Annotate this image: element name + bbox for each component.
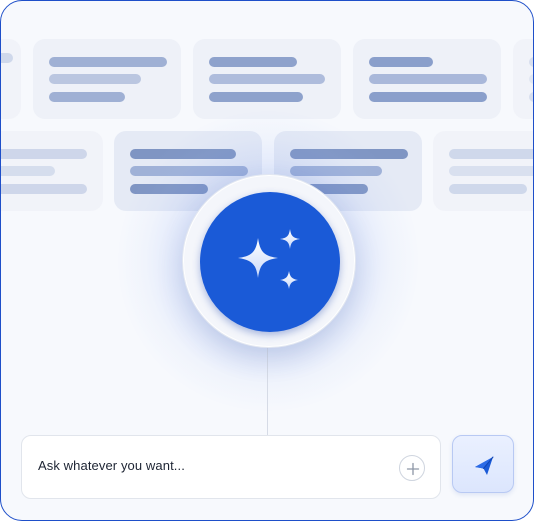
- skeleton-line: [529, 74, 533, 84]
- skeleton-line: [1, 184, 87, 194]
- skeleton-line: [529, 57, 533, 67]
- skeleton-card: [513, 39, 533, 119]
- paper-plane-icon: [475, 456, 494, 475]
- app-frame: Ask whatever you want...: [0, 0, 534, 521]
- skeleton-card: [193, 39, 341, 119]
- skeleton-line: [209, 92, 303, 102]
- skeleton-card: [33, 39, 181, 119]
- plus-icon: [406, 462, 420, 476]
- prompt-input[interactable]: Ask whatever you want...: [21, 435, 441, 499]
- ai-orb-core: [200, 192, 340, 332]
- skeleton-line: [529, 92, 533, 102]
- connector-line: [267, 346, 268, 435]
- skeleton-card: [1, 39, 21, 119]
- skeleton-line: [209, 57, 297, 67]
- skeleton-line: [449, 149, 533, 159]
- skeleton-line: [49, 57, 167, 67]
- skeleton-card: [433, 131, 533, 211]
- send-button[interactable]: [452, 435, 514, 493]
- prompt-placeholder: Ask whatever you want...: [38, 458, 185, 473]
- ai-orb: [182, 174, 356, 348]
- skeleton-line: [1, 149, 87, 159]
- skeleton-card: [1, 131, 103, 211]
- skeleton-line: [209, 74, 325, 84]
- skeleton-card: [353, 39, 501, 119]
- skeleton-line: [449, 166, 533, 176]
- skeleton-line: [49, 92, 125, 102]
- skeleton-line: [1, 166, 55, 176]
- skeleton-line: [449, 184, 527, 194]
- skeleton-line: [369, 74, 487, 84]
- attach-button[interactable]: [399, 455, 425, 481]
- skeleton-line: [49, 74, 141, 84]
- skeleton-line: [1, 53, 13, 63]
- skeleton-line: [369, 92, 487, 102]
- sparkles-icon: [238, 229, 300, 289]
- skeleton-line: [369, 57, 433, 67]
